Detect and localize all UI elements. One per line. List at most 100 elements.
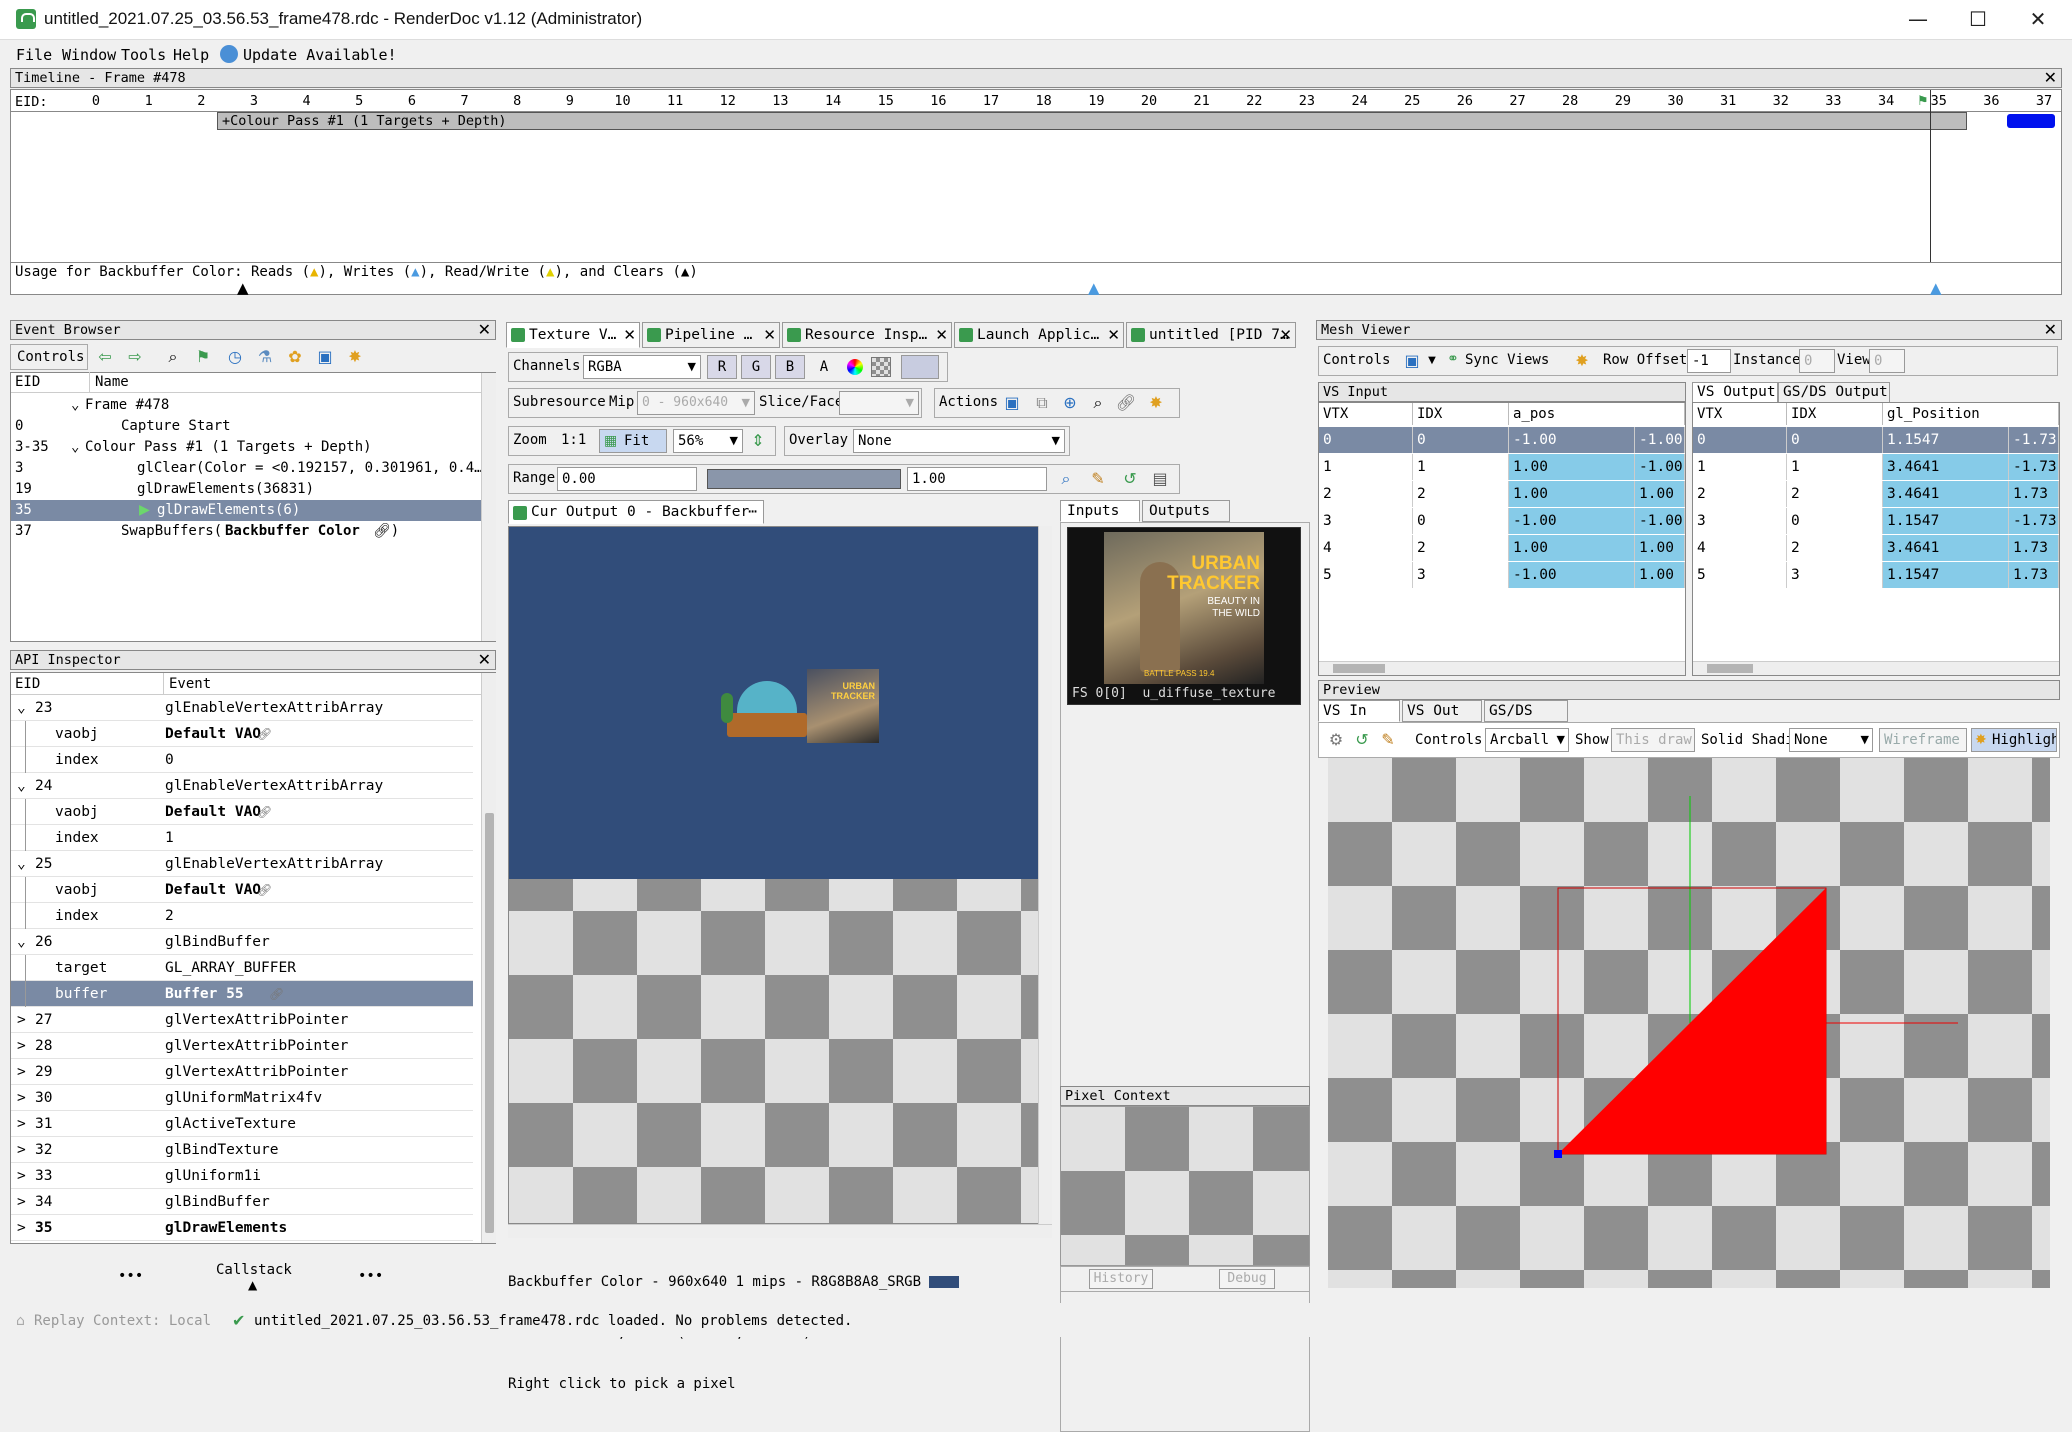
mip-select[interactable]: 0 - 960x640 ▼ xyxy=(637,391,755,415)
checkerboard-toggle-icon[interactable] xyxy=(871,357,891,377)
timeline-tick[interactable]: 3 xyxy=(239,93,269,109)
mesh-settings-icon[interactable]: ✸ xyxy=(1571,350,1593,372)
event-browser-scrollbar[interactable] xyxy=(481,373,496,641)
event-tree-row[interactable]: 19 glDrawElements(36831) xyxy=(11,479,481,500)
find-next-icon[interactable]: ⇨ xyxy=(124,346,146,368)
timeline-tick[interactable]: 29 xyxy=(1608,93,1638,109)
mesh-cell[interactable]: 3.4641 xyxy=(1883,535,2009,561)
output-tab-menu-icon[interactable]: ⋯ xyxy=(748,501,757,523)
expand-chevron-icon[interactable]: > xyxy=(17,1059,26,1085)
expand-chevron-icon[interactable]: > xyxy=(17,1137,26,1163)
vs-input-title[interactable]: VS Input xyxy=(1323,384,1388,400)
channels-select[interactable]: RGBA ▼ xyxy=(583,355,701,379)
api-inspector-row[interactable]: >32 glBindTexture xyxy=(11,1137,473,1163)
zoom-range-icon[interactable]: ⌕ xyxy=(1055,468,1077,490)
color-picker-icon[interactable] xyxy=(847,359,863,375)
mesh-column-header[interactable]: gl_Position xyxy=(1883,403,2059,425)
mesh-save-icon[interactable]: ▣ xyxy=(1401,350,1423,372)
write-usage-marker-icon-2[interactable]: ▲ xyxy=(1930,279,1942,297)
timeline-close-icon[interactable]: ✕ xyxy=(2044,69,2057,87)
mesh-cell[interactable]: 1.1547 xyxy=(1883,562,2009,588)
vs-output-scroll-thumb[interactable] xyxy=(1707,664,1753,673)
timeline-tick[interactable]: 22 xyxy=(1239,93,1269,109)
mesh-cell[interactable]: 2 xyxy=(1787,481,1883,507)
debug-button[interactable]: Debug xyxy=(1219,1269,1275,1289)
expand-chevron-icon[interactable]: > xyxy=(17,1007,26,1033)
texture-settings-icon[interactable]: ✸ xyxy=(1145,392,1167,414)
tab-gsds-out[interactable]: GS/DS Out xyxy=(1484,700,1568,739)
vs-input-scroll-thumb[interactable] xyxy=(1333,664,1385,673)
mesh-cell[interactable]: -1.73 xyxy=(2009,454,2059,480)
menu-update-available[interactable]: Update Available! xyxy=(243,46,397,64)
zoom-1to1-button[interactable]: 1:1 xyxy=(561,432,586,448)
mesh-cell[interactable]: 0 xyxy=(1693,427,1787,453)
tab-current-output[interactable]: Cur Output 0 - Backbuffer ⋯ xyxy=(508,500,764,524)
mesh-cell[interactable]: 3 xyxy=(1693,508,1787,534)
find-binoculars-icon[interactable]: ⌕ xyxy=(162,346,184,368)
timeline-tick[interactable]: 1 xyxy=(134,93,164,109)
tab-vs-output[interactable]: VS Output xyxy=(1692,382,1778,403)
mesh-cell[interactable]: 3 xyxy=(1319,508,1413,534)
range-min-input[interactable]: 0.00 xyxy=(557,467,697,491)
expand-chevron-icon[interactable]: > xyxy=(17,1085,26,1111)
mesh-preview-canvas[interactable] xyxy=(1328,758,2050,1288)
api-inspector-row[interactable]: >29 glVertexAttribPointer xyxy=(11,1059,473,1085)
mesh-cell[interactable]: -1.00 xyxy=(1635,454,1685,480)
mesh-cell[interactable]: 1.00 xyxy=(1509,481,1635,507)
resource-link-icon[interactable]: 🔗︎) xyxy=(373,521,399,542)
event-tree-row[interactable]: 3 glClear(Color = <0.192157, 0.301961, 0.… xyxy=(11,458,483,479)
timeline-tick[interactable]: 19 xyxy=(1081,93,1111,109)
tab-texture-close-icon[interactable]: ✕ xyxy=(623,323,636,347)
callstack-label[interactable]: Callstack xyxy=(216,1262,292,1278)
timeline-tick[interactable]: 12 xyxy=(713,93,743,109)
api-inspector-row[interactable]: index 2 xyxy=(11,903,473,929)
channel-b-toggle[interactable]: B xyxy=(775,355,805,379)
menu-tools[interactable]: Tools xyxy=(121,46,166,64)
replay-context-label[interactable]: Replay Context: Local xyxy=(34,1313,211,1329)
api-inspector-close-icon[interactable]: ✕ xyxy=(478,651,491,669)
resource-link-icon[interactable]: 🔗︎ xyxy=(257,721,272,747)
instance-spinner[interactable]: 0 xyxy=(1799,349,1835,373)
mesh-column-header[interactable]: a_pos xyxy=(1509,403,1685,425)
mesh-cell[interactable]: -1.73 xyxy=(2009,508,2059,534)
callstack-right-dots[interactable]: ••• xyxy=(358,1268,383,1284)
show-select[interactable]: This draw xyxy=(1611,728,1695,752)
mesh-cell[interactable]: 4 xyxy=(1693,535,1787,561)
api-inspector-row[interactable]: >30 glUniformMatrix4fv xyxy=(11,1085,473,1111)
api-inspector-row[interactable]: ⌄ 25 glEnableVertexAttribArray xyxy=(11,851,473,877)
timeline-tick[interactable]: 18 xyxy=(1029,93,1059,109)
api-inspector-row[interactable]: >31 glActiveTexture xyxy=(11,1111,473,1137)
mesh-cell[interactable]: 2 xyxy=(1787,535,1883,561)
timeline-tick[interactable]: 36 xyxy=(1976,93,2006,109)
callstack-toggle-icon[interactable]: ▲ xyxy=(248,1278,257,1292)
mesh-cell[interactable]: 4 xyxy=(1319,535,1413,561)
range-max-input[interactable]: 1.00 xyxy=(907,467,1047,491)
tab-capture-connection[interactable]: untitled [PID 7… ✕ xyxy=(1126,322,1296,348)
event-tree-row[interactable]: 3-35 ⌄ Colour Pass #1 (1 Targets + Depth) xyxy=(11,437,481,458)
mesh-cell[interactable]: 1.73 xyxy=(2009,481,2059,507)
mesh-cell[interactable]: 3.4641 xyxy=(1883,481,2009,507)
mesh-cell[interactable]: 0 xyxy=(1319,427,1413,453)
texture-horizontal-scrollbar[interactable] xyxy=(508,1224,1052,1238)
time-durations-icon[interactable]: ◷ xyxy=(224,346,246,368)
expand-chevron-icon[interactable]: ⌄ xyxy=(71,395,79,416)
tab-pipeline-close-icon[interactable]: ✕ xyxy=(763,323,776,347)
col-name-header[interactable]: Name xyxy=(95,374,129,390)
colors-icon[interactable]: ✸ xyxy=(344,346,366,368)
api-inspector-row[interactable]: index 1 xyxy=(11,825,473,851)
solid-shading-select[interactable]: None ▼ xyxy=(1789,728,1873,752)
view-spinner[interactable]: 0 xyxy=(1869,349,1905,373)
overlay-select[interactable]: None ▼ xyxy=(853,429,1065,453)
timeline-tick[interactable]: 15 xyxy=(871,93,901,109)
channel-r-toggle[interactable]: R xyxy=(707,355,737,379)
timeline-tick[interactable]: 30 xyxy=(1661,93,1691,109)
mesh-cell[interactable]: 2 xyxy=(1319,481,1413,507)
timeline-tick[interactable]: 28 xyxy=(1555,93,1585,109)
mesh-cell[interactable]: 0 xyxy=(1787,508,1883,534)
tab-resource-inspector[interactable]: Resource Insp… ✕ xyxy=(782,322,952,348)
preview-settings-gear-icon[interactable]: ⚙ xyxy=(1325,729,1347,751)
col-eid-header[interactable]: EID xyxy=(15,374,40,390)
timeline-tick[interactable]: 33 xyxy=(1818,93,1848,109)
menu-help[interactable]: Help xyxy=(173,46,209,64)
mesh-cell[interactable]: 2 xyxy=(1413,535,1509,561)
